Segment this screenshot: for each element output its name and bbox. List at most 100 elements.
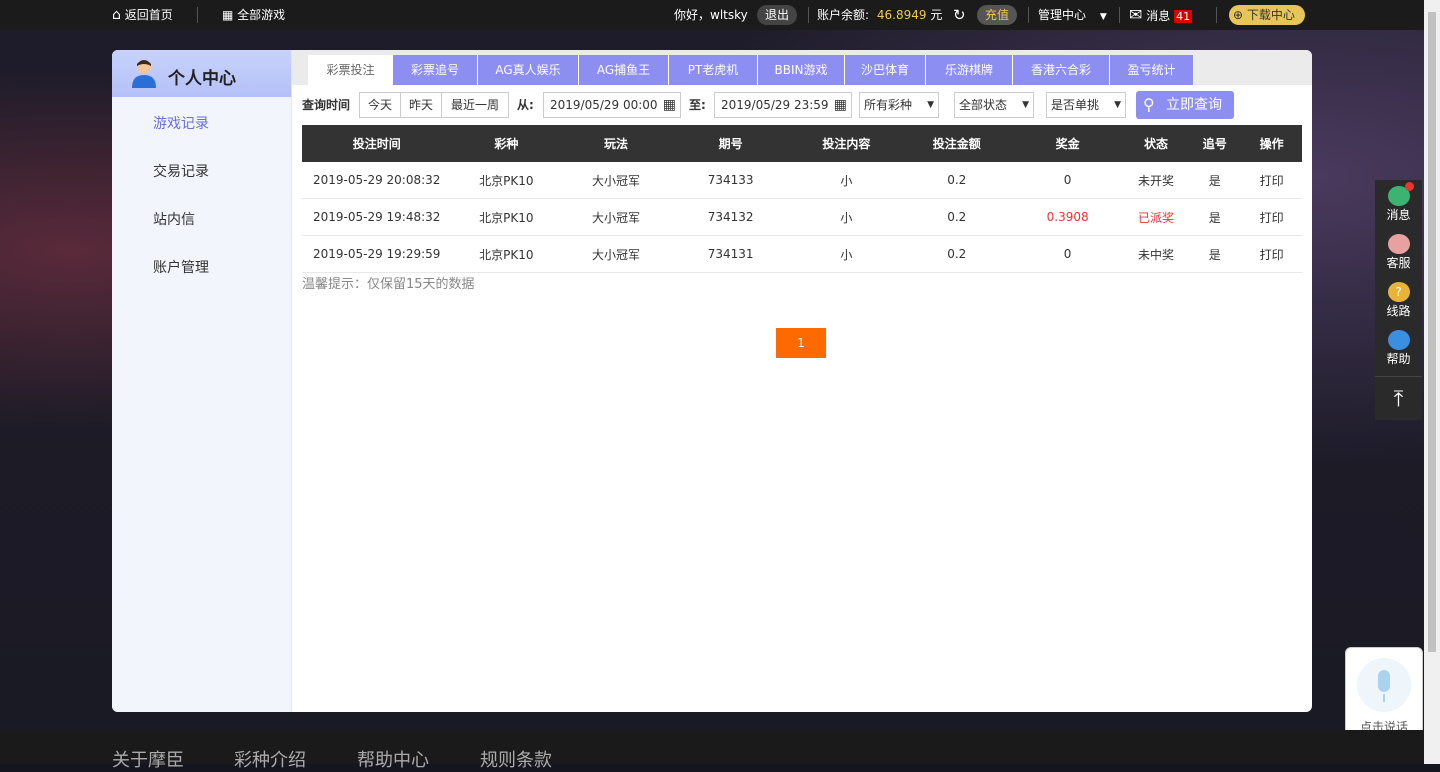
cell-chase: 是 [1188, 235, 1242, 273]
page-button-1[interactable]: 1 [776, 328, 826, 358]
search-button-label: 立即查询 [1166, 97, 1222, 113]
float-service[interactable]: 客服 [1375, 232, 1422, 280]
footer-link-help[interactable]: 帮助中心 [357, 746, 429, 772]
sidebar-item-account[interactable]: 账户管理 [153, 257, 209, 277]
tab-pt-slots[interactable]: PT老虎机 [669, 55, 758, 85]
divider [1028, 7, 1029, 23]
col-play: 玩法 [561, 125, 671, 162]
logout-button[interactable]: 退出 [757, 0, 798, 30]
cell-lottery: 北京PK10 [451, 162, 562, 199]
status-select[interactable]: 全部状态 ▼ [954, 92, 1034, 118]
cell-prize: 0 [1011, 162, 1124, 199]
footer-link-about[interactable]: 关于摩臣 [112, 746, 184, 772]
last-week-button[interactable]: 最近一周 [442, 93, 508, 117]
divider [197, 7, 198, 23]
col-issue: 期号 [670, 125, 791, 162]
home-link[interactable]: ⌂ 返回首页 [112, 0, 173, 30]
page-scrollbar[interactable] [1424, 0, 1440, 764]
col-amount: 投注金额 [902, 125, 1012, 162]
home-icon: ⌂ [112, 7, 121, 23]
tab-lottery-bets[interactable]: 彩票投注 [308, 55, 394, 85]
tab-ag-fishing[interactable]: AG捕鱼王 [579, 55, 669, 85]
from-label: 从: [517, 98, 534, 112]
float-help[interactable]: 帮助 [1375, 328, 1422, 376]
chevron-down-icon: ▼ [927, 100, 934, 110]
table-row: 2019-05-29 20:08:32 北京PK10 大小冠军 734133 小… [302, 162, 1302, 199]
today-button[interactable]: 今天 [360, 93, 401, 117]
tab-saba-sports[interactable]: 沙巴体育 [845, 55, 926, 85]
yesterday-button[interactable]: 昨天 [401, 93, 442, 117]
col-prize: 奖金 [1011, 125, 1124, 162]
tab-hk-mark-six[interactable]: 香港六合彩 [1013, 55, 1110, 85]
print-link[interactable]: 打印 [1241, 198, 1302, 236]
to-date-input[interactable]: 2019/05/29 23:59 ▦ [714, 92, 852, 118]
tab-lottery-chase[interactable]: 彩票追号 [393, 55, 478, 85]
sidebar: 个人中心 游戏记录 交易记录 站内信 账户管理 [112, 50, 292, 712]
cell-lottery: 北京PK10 [451, 235, 562, 273]
messages-label: 消息 [1146, 9, 1171, 23]
divider [1216, 7, 1217, 23]
footer-link-rules[interactable]: 规则条款 [480, 746, 552, 772]
messages-badge: 41 [1174, 10, 1193, 23]
tab-leyou-chess[interactable]: 乐游棋牌 [926, 55, 1013, 85]
all-games-link[interactable]: ▦ 全部游戏 [222, 0, 285, 30]
tab-bbin[interactable]: BBIN游戏 [758, 55, 845, 85]
search-button[interactable]: ⚲ 立即查询 [1136, 91, 1234, 119]
print-link[interactable]: 打印 [1241, 162, 1302, 199]
footer-link-lotteries[interactable]: 彩种介绍 [234, 746, 306, 772]
calendar-icon[interactable]: ▦ [834, 93, 847, 117]
retention-tip: 温馨提示：仅保留15天的数据 [302, 277, 475, 292]
sidebar-item-game-records[interactable]: 游戏记录 [153, 113, 209, 133]
balance-unit: 元 [930, 8, 943, 22]
cell-content: 小 [790, 198, 902, 236]
balance-label: 账户余额: [817, 8, 870, 22]
recharge-button[interactable]: 充值 [977, 0, 1018, 30]
microphone-icon [1357, 658, 1411, 712]
user-icon [132, 60, 156, 88]
cell-play: 大小冠军 [561, 162, 671, 199]
avatar-icon [1387, 234, 1410, 254]
to-date-value: 2019/05/29 23:59 [721, 98, 829, 112]
cell-bet-time: 2019-05-29 19:48:32 [302, 198, 452, 236]
admin-menu[interactable]: 管理中心 ▼ [1038, 0, 1107, 30]
float-messages[interactable]: 消息 [1375, 182, 1422, 232]
from-date-value: 2019/05/29 00:00 [550, 98, 658, 112]
cell-chase: 是 [1188, 162, 1242, 199]
cell-prize: 0.3908 [1011, 198, 1124, 236]
sidebar-header: 个人中心 [112, 50, 291, 97]
calendar-icon[interactable]: ▦ [663, 93, 676, 117]
messages-link[interactable]: ✉ 消息 41 [1129, 0, 1193, 30]
cell-amount: 0.2 [902, 235, 1012, 273]
cell-issue: 734132 [670, 198, 791, 236]
mail-icon: ✉ [1129, 5, 1143, 24]
cell-issue: 734131 [670, 235, 791, 273]
float-messages-label: 消息 [1386, 208, 1411, 222]
divider [1119, 7, 1120, 23]
sidebar-item-inbox[interactable]: 站内信 [153, 209, 195, 229]
tab-ag-live[interactable]: AG真人娱乐 [478, 55, 579, 85]
tab-profit-stats[interactable]: 盈亏统计 [1110, 55, 1194, 85]
sidebar-title: 个人中心 [168, 69, 236, 89]
footer: 关于摩臣 彩种介绍 帮助中心 规则条款 [0, 730, 1424, 771]
lottery-select[interactable]: 所有彩种 ▼ [859, 92, 939, 118]
col-action: 操作 [1241, 125, 1302, 162]
float-route[interactable]: ? 线路 [1375, 280, 1422, 328]
scrollbar-thumb[interactable] [1428, 12, 1436, 652]
cell-status: 已派奖 [1123, 198, 1189, 236]
cell-bet-time: 2019-05-29 19:29:59 [302, 235, 452, 273]
from-date-input[interactable]: 2019/05/29 00:00 ▦ [543, 92, 681, 118]
cell-amount: 0.2 [902, 162, 1012, 199]
sidebar-item-transactions[interactable]: 交易记录 [153, 161, 209, 181]
single-select[interactable]: 是否单挑 ▼ [1046, 92, 1126, 118]
back-to-top-icon[interactable]: ⤒ [1375, 383, 1422, 431]
grid-icon: ▦ [222, 8, 234, 22]
balance: 账户余额: 46.8949 元 [817, 0, 942, 30]
print-link[interactable]: 打印 [1241, 235, 1302, 273]
quick-date-group: 今天 昨天 最近一周 [359, 92, 509, 118]
refresh-icon[interactable]: ↻ [953, 0, 966, 30]
question-icon: ? [1387, 282, 1410, 302]
download-button[interactable]: ⊕ 下载中心 [1229, 0, 1305, 30]
cell-prize: 0 [1011, 235, 1124, 273]
home-label: 返回首页 [124, 8, 173, 22]
float-help-label: 帮助 [1386, 352, 1411, 366]
